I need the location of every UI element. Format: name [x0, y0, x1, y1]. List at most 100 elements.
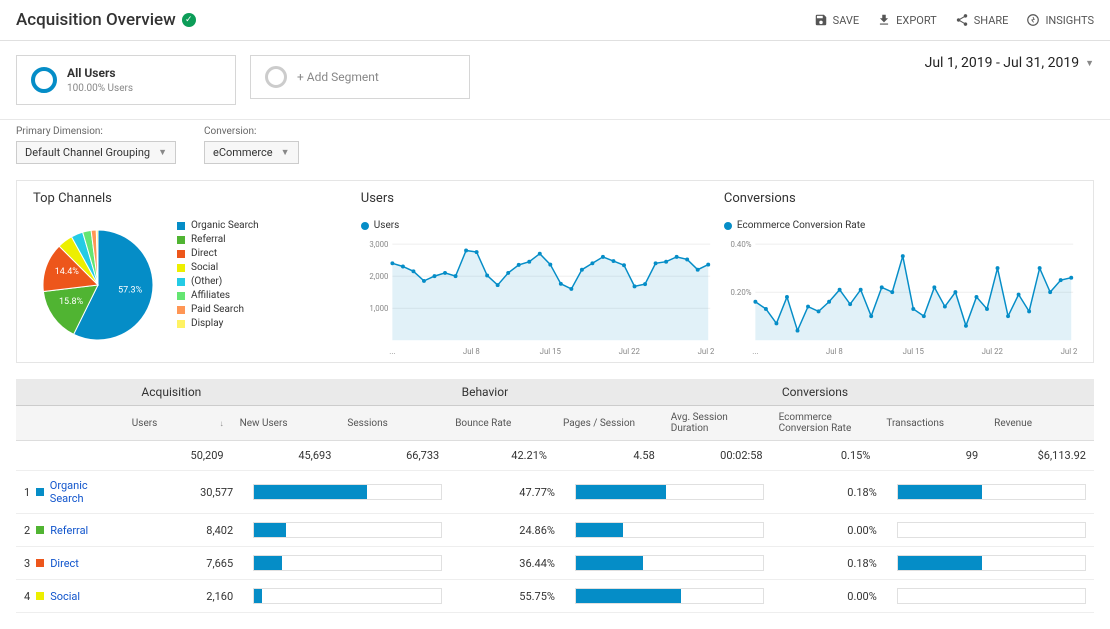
col-rev[interactable]: Revenue	[986, 406, 1094, 440]
legend-item[interactable]: Paid Search	[177, 304, 259, 315]
svg-text:15.8%: 15.8%	[59, 297, 84, 307]
svg-text:Jul 22: Jul 22	[982, 347, 1004, 356]
save-icon	[814, 13, 828, 27]
add-segment-label: + Add Segment	[297, 70, 379, 84]
channel-swatch-icon	[36, 592, 44, 600]
cell-users-bar	[241, 514, 450, 546]
channel-swatch-icon	[36, 488, 44, 496]
save-button[interactable]: SAVE	[814, 13, 860, 27]
legend-dot-icon	[361, 222, 369, 230]
users-panel: Users Users 1,0002,0003,000...Jul 8Jul 1…	[361, 191, 714, 362]
legend-swatch-icon	[177, 264, 185, 272]
cell-users: 7,665	[129, 549, 242, 578]
svg-text:57.3%: 57.3%	[118, 286, 143, 296]
verified-icon: ✓	[182, 13, 196, 27]
legend-item[interactable]: Direct	[177, 248, 259, 259]
channel-link[interactable]: 2 Referral	[16, 516, 129, 545]
total-sessions: 66,733	[339, 441, 447, 470]
col-users[interactable]: Users↓	[124, 406, 232, 440]
legend-item[interactable]: Referral	[177, 234, 259, 245]
svg-text:...: ...	[389, 347, 395, 356]
segment-all-users[interactable]: All Users 100.00% Users	[16, 55, 236, 105]
col-bounce[interactable]: Bounce Rate	[447, 406, 555, 440]
cell-users-bar	[241, 476, 450, 508]
channel-link[interactable]: 3 Direct	[16, 549, 129, 578]
legend-item[interactable]: (Other)	[177, 276, 259, 287]
users-line-chart: 1,0002,0003,000...Jul 8Jul 15Jul 22Jul 2…	[361, 239, 714, 359]
total-ecr: 0.15%	[771, 441, 879, 470]
segment-circle-icon	[31, 67, 57, 93]
total-trans: 99	[878, 441, 986, 470]
legend-item[interactable]: Social	[177, 262, 259, 273]
channel-swatch-icon	[36, 526, 44, 534]
top-channels-panel: Top Channels 57.3% 15.8% 14.4% Organic Sea…	[33, 191, 351, 362]
segment-row: All Users 100.00% Users + Add Segment Ju…	[0, 41, 1110, 120]
table-row: 4 Social 2,160 55.75% 0.00%	[16, 580, 1094, 613]
total-pps: 4.58	[555, 441, 663, 470]
cell-users-bar	[241, 547, 450, 579]
panel-title: Top Channels	[33, 191, 351, 206]
table-row: 2 Referral 8,402 24.86% 0.00%	[16, 514, 1094, 547]
cell-bounce-bar	[563, 547, 772, 579]
col-avg-dur[interactable]: Avg. Session Duration	[663, 406, 771, 440]
cell-users: 8,402	[129, 516, 242, 545]
dimension-row: Primary Dimension: Default Channel Group…	[0, 120, 1110, 180]
col-sessions[interactable]: Sessions	[339, 406, 447, 440]
cell-ecr-bar	[885, 514, 1094, 546]
pie-chart: 57.3% 15.8% 14.4%	[33, 220, 163, 350]
title-text: Acquisition Overview	[16, 10, 176, 30]
channel-link[interactable]: 1 Organic Search	[16, 471, 129, 513]
chevron-down-icon: ▼	[1085, 58, 1094, 69]
svg-text:Jul 8: Jul 8	[463, 347, 480, 356]
table-totals-row: 50,209 45,693 66,733 42.21% 4.58 00:02:5…	[16, 441, 1094, 471]
export-button[interactable]: EXPORT	[877, 13, 937, 27]
insights-icon	[1026, 13, 1040, 27]
cell-ecr-bar	[885, 547, 1094, 579]
chart-panels: Top Channels 57.3% 15.8% 14.4% Organic Sea…	[16, 180, 1094, 363]
legend-item[interactable]: Display	[177, 318, 259, 329]
primary-dimension-select[interactable]: Default Channel Grouping ▼	[16, 141, 176, 164]
col-pps[interactable]: Pages / Session	[555, 406, 663, 440]
col-ecr[interactable]: Ecommerce Conversion Rate	[771, 406, 879, 440]
add-segment-button[interactable]: + Add Segment	[250, 55, 470, 99]
legend-item[interactable]: Affiliates	[177, 290, 259, 301]
conversion-select[interactable]: eCommerce ▼	[204, 141, 299, 164]
conversion-label: Conversion:	[204, 126, 299, 137]
col-trans[interactable]: Transactions	[878, 406, 986, 440]
svg-text:1,000: 1,000	[369, 304, 388, 313]
chevron-down-icon: ▼	[281, 147, 290, 158]
date-range-picker[interactable]: Jul 1, 2019 - Jul 31, 2019 ▼	[925, 55, 1094, 71]
svg-text:14.4%: 14.4%	[55, 267, 80, 277]
svg-text:2,000: 2,000	[369, 272, 388, 281]
cell-ecr-bar	[885, 580, 1094, 612]
insights-button[interactable]: INSIGHTS	[1026, 13, 1094, 27]
svg-text:Jul 29: Jul 29	[1060, 347, 1077, 356]
share-icon	[955, 13, 969, 27]
conversions-panel: Conversions Ecommerce Conversion Rate 0.…	[724, 191, 1077, 362]
legend-dot-icon	[724, 222, 732, 230]
cell-bounce: 55.75%	[450, 582, 563, 611]
conversions-legend: Ecommerce Conversion Rate	[724, 220, 1077, 231]
cell-ecr: 0.00%	[772, 516, 885, 545]
svg-text:Jul 29: Jul 29	[697, 347, 714, 356]
cell-ecr: 0.18%	[772, 549, 885, 578]
group-behavior: Behavior	[454, 379, 774, 405]
legend-item[interactable]: Organic Search	[177, 220, 259, 231]
cell-users-bar	[241, 580, 450, 612]
cell-users: 30,577	[129, 478, 242, 507]
svg-text:Jul 8: Jul 8	[826, 347, 843, 356]
segment-name: All Users	[67, 66, 133, 80]
share-button[interactable]: SHARE	[955, 13, 1009, 27]
table-group-header: Acquisition Behavior Conversions	[16, 379, 1094, 406]
panel-title: Users	[361, 191, 714, 206]
channel-link[interactable]: 4 Social	[16, 582, 129, 611]
cell-bounce: 24.86%	[450, 516, 563, 545]
legend-swatch-icon	[177, 236, 185, 244]
col-new-users[interactable]: New Users	[232, 406, 340, 440]
primary-dimension-label: Primary Dimension:	[16, 126, 176, 137]
legend-swatch-icon	[177, 278, 185, 286]
svg-text:3,000: 3,000	[369, 240, 388, 249]
total-users: 50,209	[124, 441, 232, 470]
page-title: Acquisition Overview ✓	[16, 10, 814, 30]
svg-text:Jul 15: Jul 15	[903, 347, 925, 356]
